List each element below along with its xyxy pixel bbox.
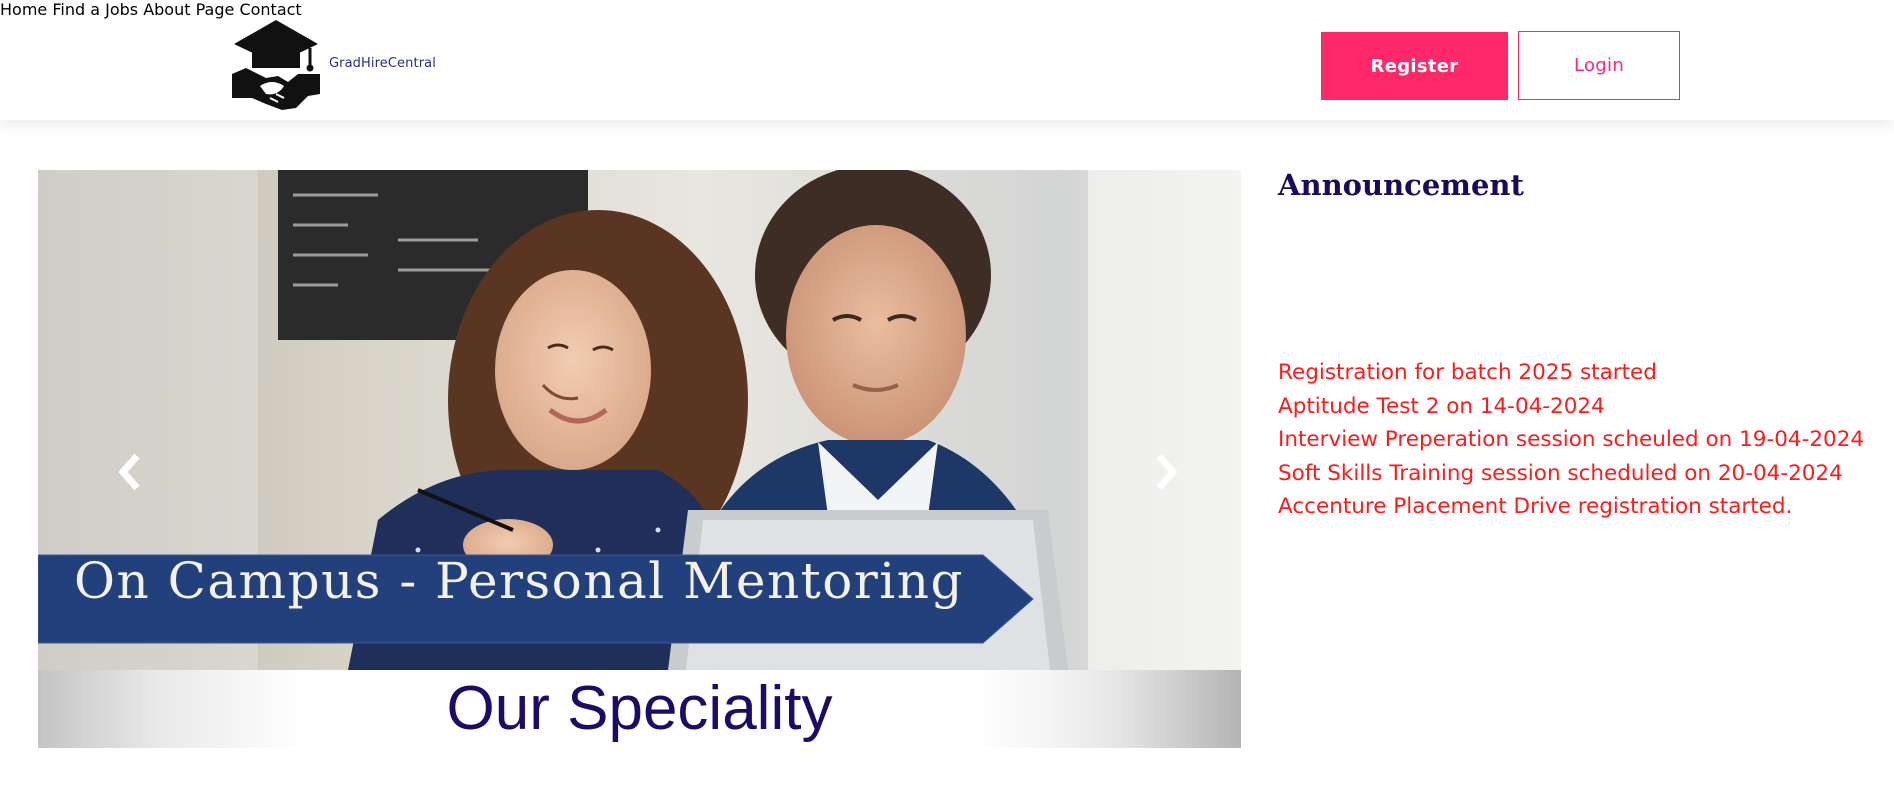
logo-icon[interactable]	[226, 16, 326, 114]
brand-name[interactable]: GradHireCentral	[329, 56, 436, 71]
nav-home[interactable]: Home	[0, 0, 47, 19]
site-header: GradHireCentral Home Find a Jobs About P…	[0, 0, 1894, 120]
announcement-item: Interview Preperation session scheuled o…	[1278, 427, 1865, 452]
nav-about[interactable]: About	[143, 0, 190, 19]
announcement-item: Accenture Placement Drive registration s…	[1278, 494, 1793, 519]
announcement-list: Registration for batch 2025 started Apti…	[1278, 356, 1878, 524]
nav-find-jobs[interactable]: Find a Jobs	[52, 0, 138, 19]
register-button[interactable]: Register	[1321, 32, 1508, 100]
chevron-left-icon[interactable]	[110, 442, 150, 502]
announcement-item: Registration for batch 2025 started	[1278, 360, 1657, 385]
carousel-caption: Our Speciality	[446, 674, 833, 743]
announcement-item: Aptitude Test 2 on 14-04-2024	[1278, 393, 1605, 419]
login-button[interactable]: Login	[1518, 31, 1680, 100]
banner-text: On Campus - Personal Mentoring	[74, 552, 964, 610]
announcement-title: Announcement	[1278, 168, 1524, 202]
announcement-item: Soft Skills Training session scheduled o…	[1278, 460, 1843, 486]
hero-carousel: On Campus - Personal Mentoring Our Speci…	[38, 170, 1241, 748]
chevron-right-icon[interactable]	[1146, 442, 1186, 502]
